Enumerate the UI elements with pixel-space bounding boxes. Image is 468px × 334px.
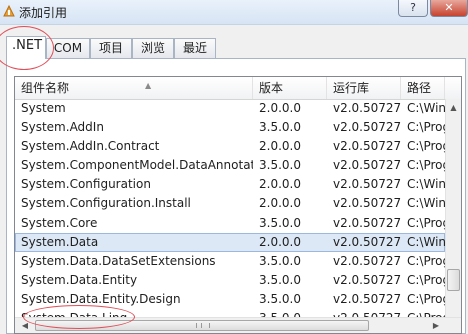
vertical-scrollbar[interactable]: ▲: [445, 99, 461, 317]
cell-version: 3.5.0.0: [259, 120, 301, 135]
cell-path: C:\Wind: [407, 101, 445, 115]
column-header-version[interactable]: 版本: [253, 77, 327, 99]
table-row[interactable]: System.Data.DataSetExtensions 3.5.0.0 v2.0…: [15, 252, 445, 271]
scroll-right-arrow-icon[interactable]: ▶: [429, 319, 443, 333]
tab-recent[interactable]: 最近: [174, 38, 216, 58]
table-row[interactable]: System.Data.Entity.Design 3.5.0.0 v2.0.507…: [15, 290, 445, 309]
cell-name: System.Data.Entity.Design: [21, 291, 181, 306]
table-row[interactable]: System.Core 3.5.0.0 v2.0.50727 C:\Prog: [15, 214, 445, 233]
scroll-left-arrow-icon[interactable]: ◀: [18, 319, 32, 333]
horizontal-scroll-thumb[interactable]: [35, 320, 369, 331]
vertical-scroll-thumb[interactable]: [447, 269, 460, 291]
cell-path: C:\Prog: [407, 291, 445, 306]
cell-name: System.Configuration: [21, 177, 151, 192]
cell-version: 3.5.0.0: [259, 215, 301, 230]
help-button[interactable]: ?: [398, 0, 428, 17]
cell-name: System.AddIn: [21, 120, 104, 135]
cell-name: System.Data.Entity: [21, 272, 138, 287]
list-header: 组件名称 ▲ 版本 运行库 路径: [15, 77, 461, 100]
cell-runtime: v2.0.50727: [333, 215, 401, 230]
cell-version: 2.0.0.0: [259, 177, 301, 192]
scroll-up-arrow-icon[interactable]: ▲: [446, 101, 461, 115]
cell-runtime: v2.0.50727: [333, 101, 401, 115]
cell-runtime: v2.0.50727: [333, 272, 401, 287]
cell-version: 3.5.0.0: [259, 291, 301, 306]
cell-version: 2.0.0.0: [259, 196, 301, 211]
table-row[interactable]: System.Data.Entity 3.5.0.0 v2.0.50727 C:\Pr…: [15, 271, 445, 290]
cell-runtime: v2.0.50727: [333, 139, 401, 154]
tab-com[interactable]: COM: [46, 38, 90, 58]
cell-runtime: v2.0.50727: [333, 120, 401, 135]
cell-path: C:\Prog: [407, 139, 445, 154]
table-row[interactable]: System.Configuration.Install 2.0.0.0 v2.0.…: [15, 194, 445, 213]
cell-name: System.Data.DataSetExtensions: [21, 253, 216, 268]
column-header-runtime[interactable]: 运行库: [327, 77, 401, 99]
tab-projects[interactable]: 项目: [90, 38, 132, 58]
tab-browse[interactable]: 浏览: [132, 38, 174, 58]
table-row[interactable]: System.Data 2.0.0.0 v2.0.50727 C:\Wind: [15, 232, 445, 252]
cell-runtime: v2.0.50727: [333, 177, 401, 192]
tab-net[interactable]: .NET: [6, 36, 46, 59]
cell-name: System.Configuration.Install: [21, 196, 191, 211]
table-row[interactable]: System.Configuration 2.0.0.0 v2.0.50727 C:\…: [15, 175, 445, 194]
cell-path: C:\Prog: [407, 215, 445, 230]
add-reference-icon: [3, 4, 15, 17]
cell-version: 3.5.0.0: [259, 158, 301, 173]
cell-runtime: v2.0.50727: [333, 234, 401, 249]
table-row[interactable]: System 2.0.0.0 v2.0.50727 C:\Wind: [15, 99, 445, 118]
horizontal-scrollbar[interactable]: ◀ ▶: [15, 317, 461, 333]
cell-name: System: [21, 101, 66, 115]
cell-path: C:\Wind: [407, 234, 445, 249]
cell-name: System.Data: [21, 234, 99, 249]
column-header-name[interactable]: 组件名称 ▲: [15, 77, 253, 99]
cell-name: System.Core: [21, 215, 98, 230]
cell-runtime: v2.0.50727: [333, 253, 401, 268]
cell-path: C:\Wind: [407, 196, 445, 211]
cell-path: C:\Prog: [407, 272, 445, 287]
cell-version: 2.0.0.0: [259, 234, 301, 249]
component-list[interactable]: 组件名称 ▲ 版本 运行库 路径 System 2.0.0.0 v2.0.50727…: [14, 76, 462, 334]
cell-runtime: v2.0.50727: [333, 158, 401, 173]
close-button[interactable]: ✕: [430, 0, 468, 17]
cell-path: C:\Prog: [407, 158, 445, 173]
cell-name: System.AddIn.Contract: [21, 139, 160, 154]
cell-path: C:\Prog: [407, 120, 445, 135]
cell-path: C:\Wind: [407, 177, 445, 192]
cell-version: 2.0.0.0: [259, 139, 301, 154]
cell-name: System.ComponentModel.DataAnnotatio...: [21, 158, 253, 173]
title-bar: 添加引用 ? ✕: [0, 0, 468, 25]
table-row[interactable]: System.AddIn.Contract 2.0.0.0 v2.0.50727 C:…: [15, 137, 445, 156]
cell-version: 3.5.0.0: [259, 272, 301, 287]
sort-arrow-icon: ▲: [145, 81, 152, 90]
cell-version: 3.5.0.0: [259, 253, 301, 268]
window-title: 添加引用: [19, 6, 68, 20]
cell-runtime: v2.0.50727: [333, 196, 401, 211]
column-header-path[interactable]: 路径: [401, 77, 445, 99]
cell-path: C:\Prog: [407, 253, 445, 268]
table-row[interactable]: System.AddIn 3.5.0.0 v2.0.50727 C:\Prog: [15, 118, 445, 137]
table-row[interactable]: System.ComponentModel.DataAnnotatio... 3.…: [15, 156, 445, 175]
list-rows: System 2.0.0.0 v2.0.50727 C:\Wind System.Add…: [15, 99, 445, 328]
cell-version: 2.0.0.0: [259, 101, 301, 115]
grip-icon: [196, 323, 210, 328]
cell-runtime: v2.0.50727: [333, 291, 401, 306]
